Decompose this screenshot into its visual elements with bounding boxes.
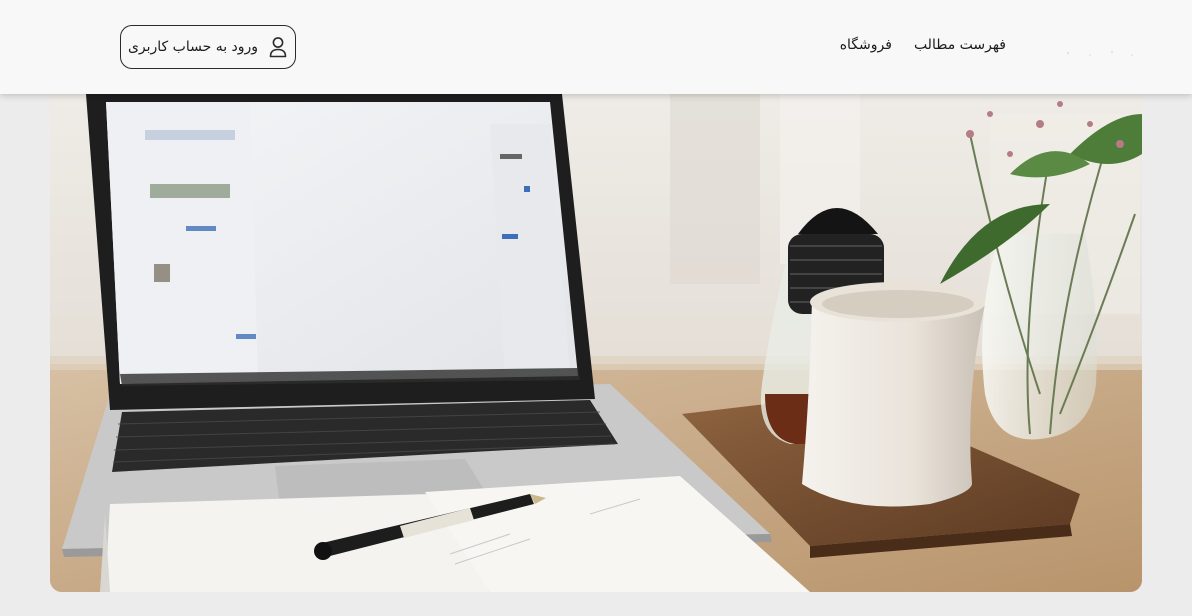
user-icon: [268, 36, 288, 58]
site-logo[interactable]: [1060, 44, 1140, 62]
login-button[interactable]: ورود به حساب کاربری: [120, 25, 296, 69]
hero-image: [50, 94, 1142, 592]
main-nav: فهرست مطالب فروشگاه: [840, 37, 1006, 53]
site-header: فهرست مطالب فروشگاه ورود به حساب کاربری: [0, 0, 1192, 94]
login-button-label: ورود به حساب کاربری: [127, 39, 259, 55]
notebook: [105, 494, 490, 592]
nav-item-table-of-contents[interactable]: فهرست مطالب: [914, 37, 1006, 53]
nav-item-shop[interactable]: فروشگاه: [840, 37, 892, 53]
ceramic-mug: [802, 282, 986, 507]
